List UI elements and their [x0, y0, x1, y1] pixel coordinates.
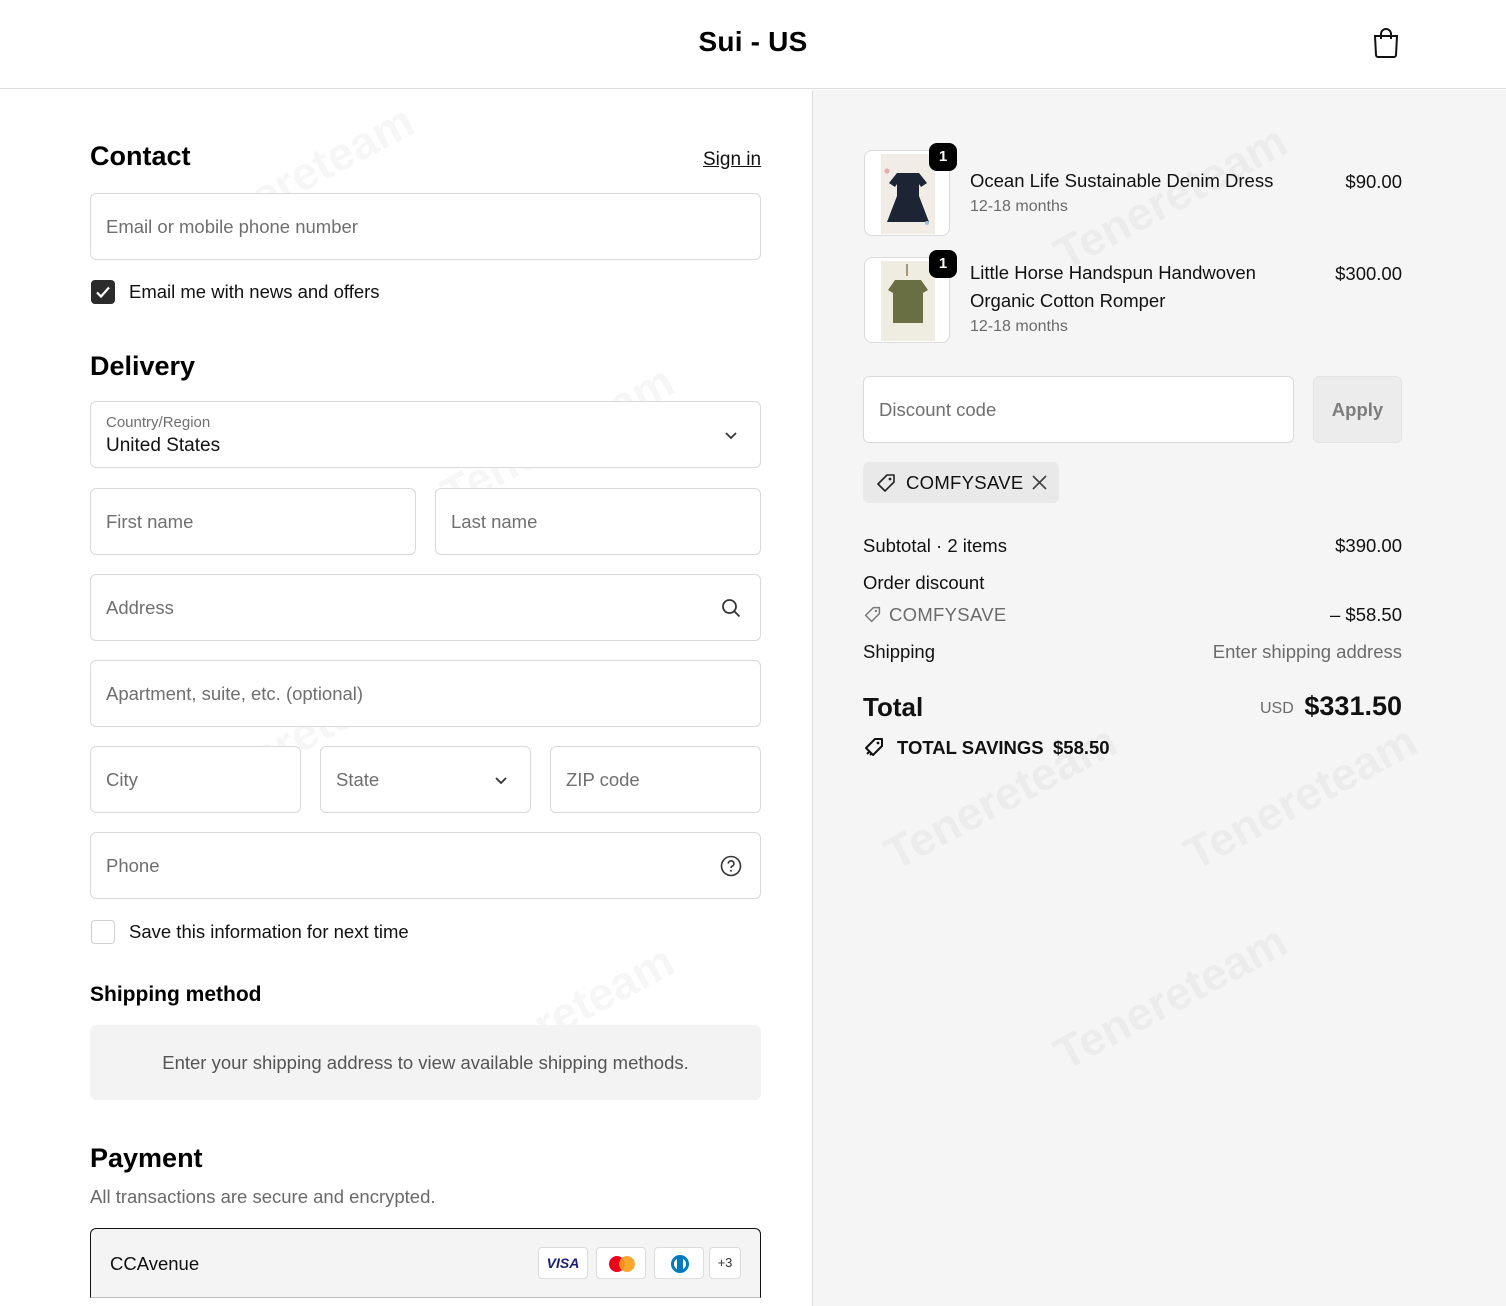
discount-code-placeholder: Discount code — [879, 399, 997, 420]
contact-heading: Contact — [90, 141, 191, 171]
more-cards-badge: +3 — [709, 1247, 741, 1279]
total-savings-value: $58.50 — [1053, 737, 1110, 758]
subtotal-label: Subtotal · 2 items — [863, 535, 1007, 556]
tag-icon — [877, 474, 895, 492]
phone-field[interactable]: Phone — [90, 832, 761, 899]
order-discount-label: Order discount — [863, 572, 985, 593]
country-label: Country/Region — [106, 414, 211, 431]
first-name-field[interactable]: First name — [90, 488, 416, 555]
payment-provider-label: CCAvenue — [110, 1253, 200, 1274]
applied-discount-code: COMFYSAVE — [906, 472, 1024, 493]
diners-club-icon — [654, 1247, 704, 1279]
watermark-text: Tenereteam — [1045, 913, 1295, 1080]
zip-code-field[interactable]: ZIP code — [550, 746, 761, 813]
country-select[interactable]: Country/Region United States — [90, 401, 761, 468]
mastercard-icon — [596, 1247, 646, 1279]
city-field[interactable]: City — [90, 746, 301, 813]
applied-discount-chip: COMFYSAVE — [863, 462, 1059, 503]
country-value: United States — [106, 435, 221, 456]
shipping-method-notice: Enter your shipping address to view avai… — [90, 1025, 761, 1100]
visa-icon: VISA — [538, 1247, 588, 1279]
product-thumbnail[interactable]: 1 — [864, 250, 957, 343]
checkout-header: Sui - US — [0, 0, 1506, 89]
last-name-placeholder: Last name — [451, 510, 538, 532]
newsletter-checkbox[interactable] — [91, 280, 115, 304]
save-info-checkbox[interactable] — [91, 920, 115, 944]
total-label: Total — [863, 692, 924, 722]
shipping-label: Shipping — [863, 641, 936, 662]
shipping-value: Enter shipping address — [1212, 641, 1402, 662]
state-select[interactable]: State — [320, 746, 531, 813]
email-field[interactable]: Email or mobile phone number — [90, 193, 761, 260]
checkmark-icon — [96, 286, 110, 299]
quantity-badge: 1 — [929, 250, 957, 278]
save-info-label: Save this information for next time — [129, 921, 409, 942]
total-value: $331.50 — [1304, 691, 1402, 721]
city-placeholder: City — [106, 768, 138, 790]
quantity-badge: 1 — [929, 143, 957, 171]
product-variant: 12-18 months — [970, 318, 1068, 335]
watermark-text: Tenereteam — [1045, 113, 1295, 280]
order-discount-code: COMFYSAVE — [889, 604, 1007, 625]
payment-option-ccavenue[interactable]: CCAvenue VISA +3 — [90, 1228, 761, 1298]
payment-heading: Payment — [90, 1143, 203, 1173]
product-price: $300.00 — [1335, 263, 1402, 284]
chevron-down-icon — [725, 431, 737, 439]
chevron-down-icon — [495, 776, 507, 784]
address-placeholder: Address — [106, 596, 174, 618]
phone-placeholder: Phone — [106, 854, 160, 876]
zip-code-placeholder: ZIP code — [566, 768, 640, 790]
visa-label: VISA — [546, 1255, 580, 1271]
apartment-field[interactable]: Apartment, suite, etc. (optional) — [90, 660, 761, 727]
product-thumbnail[interactable]: 1 — [864, 143, 957, 236]
sign-in-link[interactable]: Sign in — [703, 149, 761, 171]
shopping-bag-icon[interactable] — [1372, 26, 1400, 58]
total-savings-label: TOTAL SAVINGS — [897, 737, 1044, 758]
state-placeholder: State — [336, 768, 380, 790]
product-variant: 12-18 months — [970, 198, 1068, 215]
address-field[interactable]: Address — [90, 574, 761, 641]
payment-subtitle: All transactions are secure and encrypte… — [90, 1186, 436, 1207]
product-price: $90.00 — [1345, 171, 1402, 192]
order-discount-value: – $58.50 — [1329, 604, 1402, 625]
subtotal-value: $390.00 — [1335, 535, 1402, 556]
product-name-line2: Organic Cotton Romper — [970, 290, 1166, 311]
close-icon[interactable] — [1031, 474, 1048, 491]
shipping-method-heading: Shipping method — [90, 983, 262, 1006]
store-title[interactable]: Sui - US — [0, 26, 1506, 58]
email-placeholder: Email or mobile phone number — [106, 215, 358, 237]
savings-tag-icon — [865, 738, 883, 756]
product-name: Ocean Life Sustainable Denim Dress — [970, 170, 1274, 191]
discount-code-field[interactable]: Discount code — [863, 376, 1294, 443]
search-icon[interactable] — [720, 597, 742, 619]
newsletter-label: Email me with news and offers — [129, 281, 380, 302]
tag-icon — [864, 606, 881, 623]
apply-discount-button[interactable]: Apply — [1313, 376, 1402, 443]
first-name-placeholder: First name — [106, 510, 194, 532]
delivery-heading: Delivery — [90, 351, 196, 381]
apartment-placeholder: Apartment, suite, etc. (optional) — [106, 682, 364, 704]
watermark-text: Tenereteam — [1175, 713, 1425, 880]
help-circle-icon[interactable] — [720, 855, 742, 877]
last-name-field[interactable]: Last name — [435, 488, 761, 555]
total-currency: USD — [1260, 700, 1294, 717]
product-name: Little Horse Handspun Handwoven — [970, 262, 1256, 283]
